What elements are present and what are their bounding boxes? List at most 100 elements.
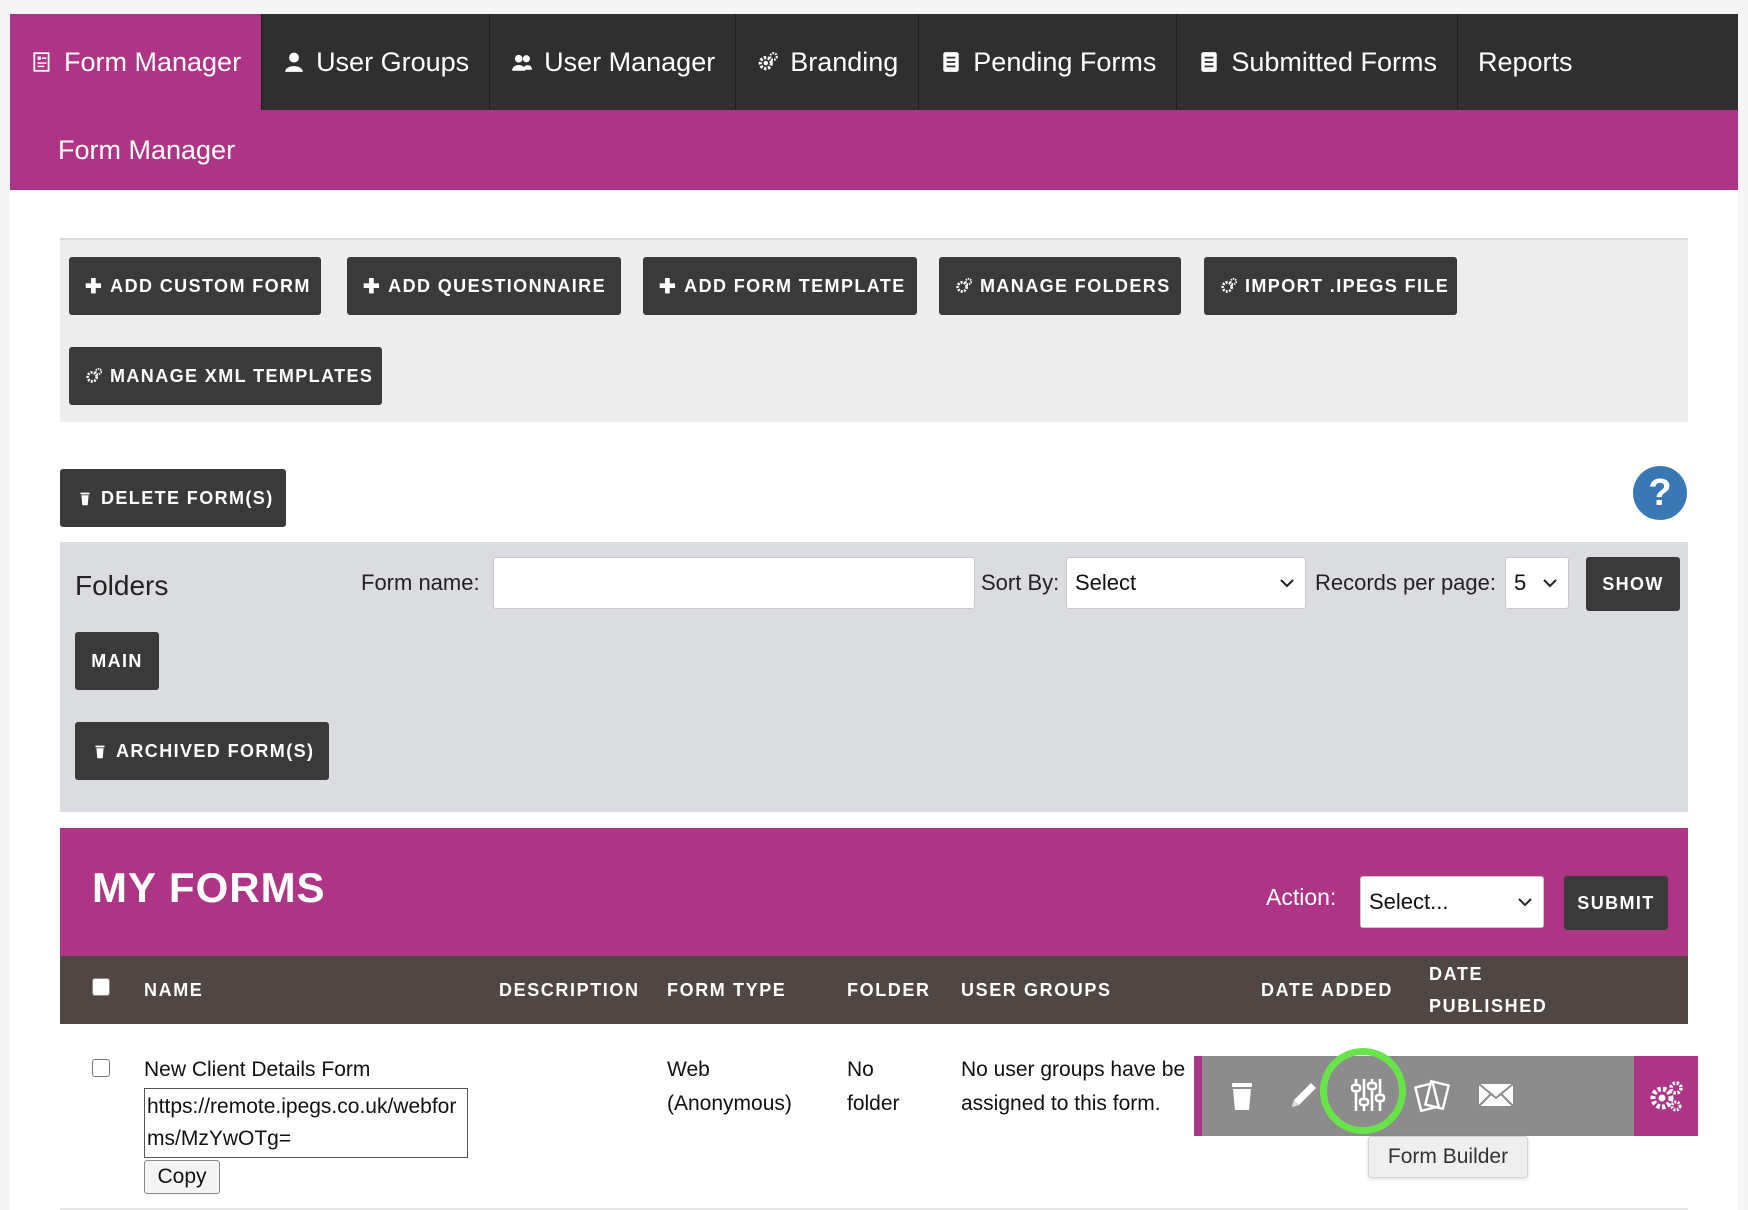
user-icon — [282, 50, 306, 74]
chevron-down-icon — [1518, 898, 1532, 907]
user-groups-line2: assigned to this form. — [961, 1092, 1161, 1115]
nav-item-form-manager[interactable]: Form Manager — [10, 14, 263, 110]
envelope-icon[interactable] — [1472, 1070, 1520, 1120]
sort-by-value: Select — [1075, 570, 1137, 595]
nav-label: User Manager — [544, 46, 716, 77]
add-questionnaire-button[interactable]: ✚ ADD QUESTIONNAIRE — [347, 257, 621, 315]
form-url-field[interactable]: https://remote.ipegs.co.uk/webforms/MzYw… — [144, 1088, 468, 1158]
nav-label: Submitted Forms — [1231, 46, 1437, 77]
gears-icon — [85, 367, 103, 385]
delete-forms-button[interactable]: DELETE FORM(S) — [60, 469, 286, 527]
form-name[interactable]: New Client Details Form — [144, 1053, 370, 1087]
copy-url-button[interactable]: Copy — [144, 1160, 220, 1194]
nav-item-branding[interactable]: Branding — [736, 14, 920, 110]
button-label: SUBMIT — [1577, 892, 1655, 913]
table-header: NAME DESCRIPTION FORM TYPE FOLDER USER G… — [60, 956, 1688, 1024]
filter-panel: Folders Form name: Sort By: Select Recor… — [60, 542, 1688, 812]
document-icon — [1197, 50, 1221, 74]
trash-icon — [76, 489, 94, 507]
form-type-line1: Web — [667, 1058, 710, 1081]
my-forms-title: MY FORMS — [92, 864, 326, 911]
button-label: MANAGE XML TEMPLATES — [110, 365, 374, 386]
button-label: IMPORT .IPEGS FILE — [1245, 275, 1450, 296]
col-name[interactable]: NAME — [144, 980, 203, 1001]
folders-title: Folders — [75, 570, 169, 601]
users-icon — [510, 50, 534, 74]
action-value: Select... — [1369, 889, 1449, 914]
nav-label: User Groups — [316, 46, 470, 77]
top-nav: Form Manager User Groups User Manager Br… — [10, 14, 1738, 110]
gears-icon — [756, 50, 780, 74]
manage-xml-templates-button[interactable]: MANAGE XML TEMPLATES — [69, 347, 382, 405]
duplicate-icon[interactable] — [1408, 1070, 1456, 1120]
action-select[interactable]: Select... — [1360, 876, 1544, 928]
trash-icon[interactable] — [1218, 1070, 1266, 1120]
help-symbol: ? — [1648, 471, 1672, 514]
nav-label: Form Manager — [64, 46, 242, 77]
page: Form Manager User Groups User Manager Br… — [10, 14, 1738, 1210]
gears-icon — [1220, 277, 1238, 295]
form-name-input[interactable] — [493, 557, 975, 609]
sort-by-label: Sort By: — [981, 570, 1060, 595]
archived-forms-button[interactable]: ARCHIVED FORM(S) — [75, 722, 329, 780]
button-label: ADD CUSTOM FORM — [110, 275, 311, 296]
form-icon — [30, 50, 54, 74]
records-value: 5 — [1514, 570, 1527, 595]
import-ipegs-button[interactable]: IMPORT .IPEGS FILE — [1204, 257, 1457, 315]
nav-label: Branding — [790, 46, 899, 77]
document-icon — [939, 50, 963, 74]
help-icon[interactable]: ? — [1633, 466, 1687, 520]
submit-button[interactable]: SUBMIT — [1564, 876, 1668, 930]
trash-icon — [91, 742, 109, 760]
plus-icon: ✚ — [363, 275, 382, 298]
nav-item-user-groups[interactable]: User Groups — [262, 14, 491, 110]
show-button[interactable]: SHOW — [1586, 557, 1680, 611]
nav-item-reports[interactable]: Reports — [1458, 14, 1593, 110]
manage-folders-button[interactable]: MANAGE FOLDERS — [939, 257, 1181, 315]
button-label: MAIN — [91, 650, 143, 671]
add-custom-form-button[interactable]: ✚ ADD CUSTOM FORM — [69, 257, 321, 315]
plus-icon: ✚ — [85, 275, 104, 298]
page-title: Form Manager — [10, 110, 1738, 190]
records-per-page-select[interactable]: 5 — [1505, 557, 1569, 609]
col-description[interactable]: DESCRIPTION — [499, 980, 640, 1001]
folder-line1: No — [847, 1058, 874, 1081]
button-label: DELETE FORM(S) — [101, 487, 274, 508]
row-checkbox[interactable] — [92, 1059, 110, 1077]
row-actions-bar — [1194, 1056, 1634, 1136]
button-label: ADD QUESTIONNAIRE — [388, 275, 606, 296]
row-settings-gears-icon[interactable] — [1634, 1056, 1698, 1136]
folder-line2: folder — [847, 1092, 900, 1115]
col-date-added[interactable]: DATE ADDED — [1261, 980, 1393, 1001]
action-label: Action: — [1266, 884, 1337, 910]
nav-item-submitted-forms[interactable]: Submitted Forms — [1177, 14, 1458, 110]
folder-main-button[interactable]: MAIN — [75, 632, 159, 690]
form-name-label: Form name: — [361, 570, 480, 595]
col-folder[interactable]: FOLDER — [847, 980, 931, 1001]
plus-icon: ✚ — [659, 275, 678, 298]
form-url: https://remote.ipegs.co.uk/webforms/MzYw… — [147, 1095, 457, 1150]
sort-by-select[interactable]: Select — [1066, 557, 1306, 609]
nav-item-user-manager[interactable]: User Manager — [490, 14, 737, 110]
gears-icon — [955, 277, 973, 295]
add-form-template-button[interactable]: ✚ ADD FORM TEMPLATE — [643, 257, 917, 315]
my-forms-header: MY FORMS Action: Select... SUBMIT — [60, 828, 1688, 956]
button-label: SHOW — [1602, 573, 1664, 594]
select-all-checkbox[interactable] — [92, 978, 110, 996]
nav-item-pending-forms[interactable]: Pending Forms — [919, 14, 1178, 110]
col-date-published-line1[interactable]: DATE — [1429, 964, 1483, 985]
records-per-page-label: Records per page: — [1315, 570, 1496, 595]
button-label: MANAGE FOLDERS — [980, 275, 1171, 296]
col-date-published-line2[interactable]: PUBLISHED — [1429, 996, 1547, 1017]
form-builder-tooltip: Form Builder — [1368, 1136, 1528, 1178]
chevron-down-icon — [1543, 579, 1557, 588]
form-type-line2: (Anonymous) — [667, 1092, 792, 1115]
nav-label: Pending Forms — [973, 46, 1157, 77]
button-label: ARCHIVED FORM(S) — [116, 740, 315, 761]
button-label: Copy — [157, 1165, 207, 1188]
button-label: ADD FORM TEMPLATE — [684, 275, 906, 296]
highlight-ring — [1320, 1048, 1406, 1134]
col-form-type[interactable]: FORM TYPE — [667, 980, 786, 1001]
chevron-down-icon — [1280, 579, 1294, 588]
col-user-groups[interactable]: USER GROUPS — [961, 980, 1112, 1001]
